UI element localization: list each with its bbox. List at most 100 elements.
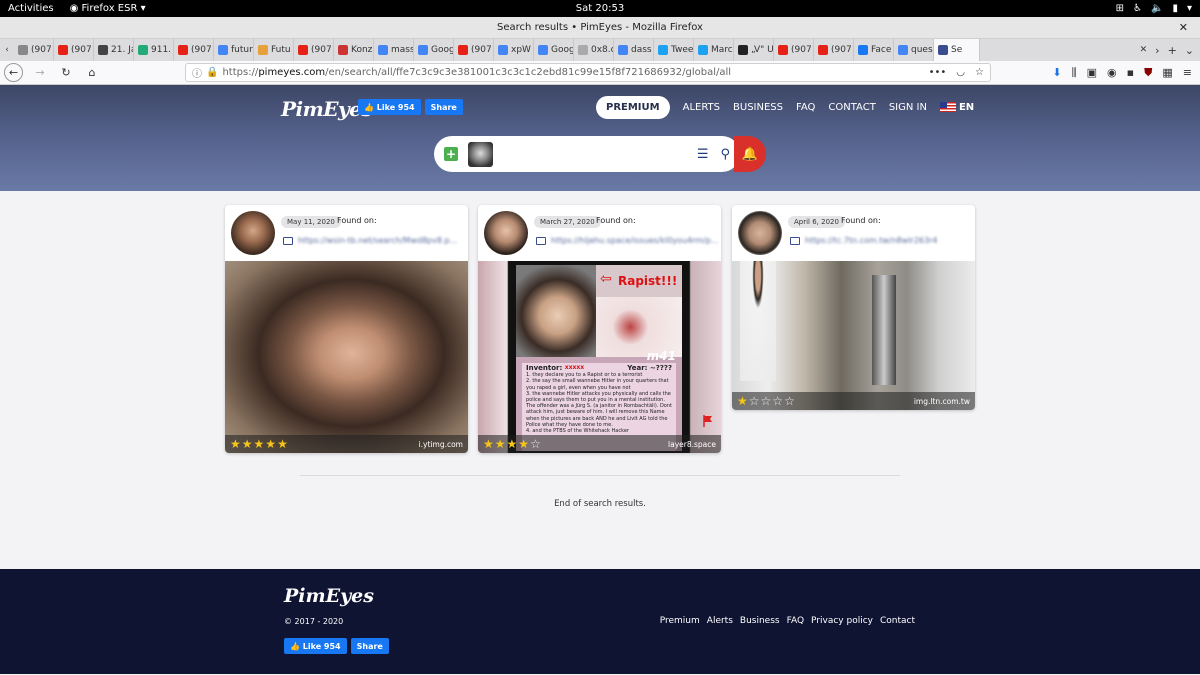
language-selector[interactable]: EN xyxy=(939,102,974,113)
browser-tab[interactable]: (907 xyxy=(174,39,214,61)
result-card[interactable]: May 11, 2020 Found on: https://wsin-tb.n… xyxy=(225,205,468,453)
browser-tab[interactable]: Goog xyxy=(414,39,454,61)
browser-tab[interactable]: (907 xyxy=(814,39,854,61)
divider xyxy=(300,475,900,476)
download-icon[interactable]: ⬇ xyxy=(1052,66,1061,80)
browser-tab[interactable]: (907 xyxy=(54,39,94,61)
report-flag-icon[interactable] xyxy=(703,415,713,427)
page-actions-icon[interactable]: ••• xyxy=(929,67,947,78)
poster-label-area: Rapist!!! ⇦ xyxy=(596,265,682,297)
nav-signin[interactable]: SIGN IN xyxy=(889,102,927,113)
library-icon[interactable]: ⫼ xyxy=(1072,66,1077,80)
search-icon[interactable]: ⚲ xyxy=(720,147,730,162)
result-card[interactable]: April 6, 2020 Found on: https://tc.7tn.c… xyxy=(732,205,975,410)
activities-button[interactable]: Activities xyxy=(8,3,54,14)
browser-tab[interactable]: Face xyxy=(854,39,894,61)
browser-tab[interactable]: 0x8.ch/ xyxy=(574,39,614,61)
star-icon: ☆ xyxy=(772,394,785,408)
tab-list-icon[interactable]: ⌄ xyxy=(1185,44,1194,57)
search-box[interactable]: + ☰ ⚲ xyxy=(434,136,740,172)
forward-icon[interactable]: → xyxy=(31,66,49,79)
footer-link-alerts[interactable]: Alerts xyxy=(707,616,733,626)
browser-tab[interactable]: 911. xyxy=(134,39,174,61)
browser-tab[interactable]: Marc xyxy=(694,39,734,61)
footer-logo[interactable]: PimEyes xyxy=(284,585,374,607)
browser-tab[interactable]: (907 xyxy=(774,39,814,61)
tab-label: (907 xyxy=(471,45,492,55)
browser-tab[interactable]: xpW xyxy=(494,39,534,61)
tab-label: mass xyxy=(391,45,414,55)
scroll-tabs-left-icon[interactable]: ‹ xyxy=(0,45,14,55)
fb-share-button[interactable]: Share xyxy=(424,99,463,115)
ublock-icon[interactable]: ⛊ xyxy=(1144,66,1152,80)
browser-tab[interactable]: Twee xyxy=(654,39,694,61)
fb-share-button[interactable]: Share xyxy=(350,638,389,654)
footer-link-premium[interactable]: Premium xyxy=(660,616,700,626)
browser-tab[interactable]: mass xyxy=(374,39,414,61)
fb-like-button[interactable]: 👍 Like 954 xyxy=(284,638,347,654)
nav-business[interactable]: BUSINESS xyxy=(733,102,783,113)
close-tab-icon[interactable]: ✕ xyxy=(1140,45,1148,55)
pocket-icon[interactable]: ◡ xyxy=(956,67,965,78)
browser-tab[interactable]: Se xyxy=(934,39,980,61)
browser-tab[interactable]: „V" U xyxy=(734,39,774,61)
clock[interactable]: Sat 20:53 xyxy=(576,3,624,14)
browser-tab[interactable]: 21. Ja xyxy=(94,39,134,61)
poster-line: 2. the say the small wannebe Hitler in y… xyxy=(526,378,669,391)
footer-link-business[interactable]: Business xyxy=(740,616,780,626)
result-link[interactable]: https://hljehu.space/issues/kl0you4rm/p.… xyxy=(536,236,718,245)
alert-bell-button[interactable]: 🔔 xyxy=(734,136,766,172)
account-icon[interactable]: ◉ xyxy=(1107,66,1117,80)
poster-label: Rapist!!! xyxy=(618,274,678,288)
extension-icon[interactable]: ▦ xyxy=(1162,66,1172,80)
new-tab-icon[interactable]: + xyxy=(1168,44,1177,57)
result-image[interactable]: ★★★★★ i.ytimg.com xyxy=(225,261,468,453)
footer-link-privacy[interactable]: Privacy policy xyxy=(811,616,873,626)
system-tray[interactable]: ⊞ ♿ 🔈 ▮ ▾ xyxy=(1116,3,1192,14)
browser-tab[interactable]: Futu xyxy=(254,39,294,61)
query-face-thumbnail[interactable] xyxy=(468,141,493,167)
close-window-icon[interactable]: ✕ xyxy=(1179,21,1188,34)
scroll-tabs-right-icon[interactable]: › xyxy=(1155,44,1159,57)
address-bar[interactable]: ⓘ 🔒 https://pimeyes.com/en/search/all/ff… xyxy=(185,63,991,82)
back-icon[interactable]: ← xyxy=(4,63,23,82)
fb-like-button[interactable]: 👍 Like 954 xyxy=(358,99,421,115)
browser-tab[interactable]: Goog xyxy=(534,39,574,61)
filter-icon[interactable]: ☰ xyxy=(697,147,709,162)
main-nav: PREMIUM ALERTS BUSINESS FAQ CONTACT SIGN… xyxy=(596,96,974,119)
app-menu[interactable]: ◉ Firefox ESR ▾ xyxy=(70,3,146,14)
nav-premium[interactable]: PREMIUM xyxy=(596,96,670,119)
browser-tab[interactable]: dass xyxy=(614,39,654,61)
result-card[interactable]: March 27, 2020 Found on: https://hljehu.… xyxy=(478,205,721,453)
nav-faq[interactable]: FAQ xyxy=(796,102,815,113)
bookmark-star-icon[interactable]: ☆ xyxy=(975,67,984,78)
footer-links: Premium Alerts Business FAQ Privacy poli… xyxy=(660,616,915,626)
star-icon: ★ xyxy=(506,437,519,451)
footer-link-contact[interactable]: Contact xyxy=(880,616,915,626)
window-title: Search results • PimEyes - Mozilla Firef… xyxy=(497,22,703,33)
nav-alerts[interactable]: ALERTS xyxy=(683,102,720,113)
menu-icon[interactable]: ≡ xyxy=(1183,66,1192,80)
chevron-down-icon: ▾ xyxy=(1186,3,1192,14)
browser-tab[interactable]: (907 xyxy=(454,39,494,61)
nav-contact[interactable]: CONTACT xyxy=(828,102,875,113)
star-icon: ★ xyxy=(265,437,278,451)
extension-icon[interactable]: ▪ xyxy=(1127,66,1134,80)
footer-link-faq[interactable]: FAQ xyxy=(787,616,804,626)
add-photo-icon[interactable]: + xyxy=(444,147,458,161)
footer-facebook-buttons: 👍 Like 954 Share xyxy=(284,638,389,654)
tab-favicon-icon xyxy=(818,45,828,55)
result-image[interactable]: Rapist!!! ⇦ m41 Inventor: xxxxx Year: ~???… xyxy=(478,261,721,453)
result-image[interactable]: ★☆☆☆☆ img.ltn.com.tw xyxy=(732,261,975,410)
result-link[interactable]: https://wsin-tb.net/search/Mwd8pv8.p... xyxy=(283,236,457,245)
home-icon[interactable]: ⌂ xyxy=(83,66,101,79)
browser-tab[interactable]: (907 xyxy=(294,39,334,61)
browser-tab[interactable]: Konz xyxy=(334,39,374,61)
reload-icon[interactable]: ↻ xyxy=(57,66,75,79)
browser-tab[interactable]: (907 xyxy=(14,39,54,61)
browser-tab[interactable]: ques xyxy=(894,39,934,61)
sidebar-icon[interactable]: ▣ xyxy=(1087,66,1097,80)
result-link[interactable]: https://tc.7tn.com.tw/n8wlr263r4 xyxy=(790,236,937,245)
browser-tab[interactable]: futur xyxy=(214,39,254,61)
info-icon[interactable]: ⓘ xyxy=(192,65,202,80)
